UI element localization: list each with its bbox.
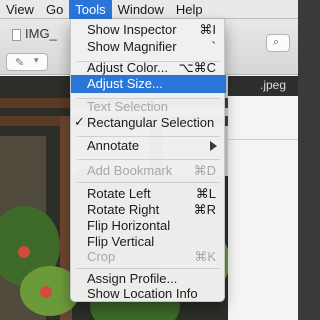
menu-item-show-inspector[interactable]: Show Inspector ⌘I xyxy=(71,21,226,39)
document-title[interactable]: IMG_ xyxy=(25,26,57,41)
menu-tools[interactable]: Tools xyxy=(69,0,112,19)
menu-item-label: Flip Vertical xyxy=(87,234,155,249)
menu-item-rectangular-selection[interactable]: ✓ Rectangular Selection xyxy=(71,114,226,132)
menu-item-label: Text Selection xyxy=(87,99,168,114)
menu-item-label: Assign Profile... xyxy=(87,271,178,286)
sidebar-panel xyxy=(228,96,298,320)
menu-item-show-location-info[interactable]: Show Location Info xyxy=(71,285,226,303)
menu-item-shortcut: ⌘R xyxy=(193,202,216,217)
menu-view[interactable]: View xyxy=(0,0,40,19)
menu-item-shortcut: ` xyxy=(211,39,216,54)
menu-item-label: Adjust Size... xyxy=(87,76,163,91)
submenu-arrow-icon xyxy=(210,141,217,151)
menu-item-label: Add Bookmark xyxy=(87,163,173,178)
menu-go[interactable]: Go xyxy=(40,0,69,19)
document-icon xyxy=(12,29,21,41)
sidebar-divider xyxy=(228,139,298,140)
toolbar-search-button[interactable]: ⌕ xyxy=(266,34,290,52)
menu-item-label: Crop xyxy=(87,249,116,264)
menu-help[interactable]: Help xyxy=(170,0,209,19)
menu-item-shortcut: ⌥⌘C xyxy=(178,60,216,75)
menu-separator xyxy=(77,159,220,160)
menu-item-shortcut: ⌘L xyxy=(195,186,216,201)
markup-pen-button[interactable]: ✎ ▾ xyxy=(6,53,48,71)
menu-item-shortcut: ⌘I xyxy=(199,22,216,37)
photo-flower xyxy=(40,286,52,298)
pen-icon: ✎ xyxy=(15,57,25,69)
menu-item-label: Adjust Color... xyxy=(87,60,168,75)
menu-item-label: Show Magnifier xyxy=(87,39,177,54)
menu-item-shortcut: ⌘K xyxy=(194,249,216,264)
menu-item-label: Annotate xyxy=(87,138,140,153)
photo-flower xyxy=(18,246,30,258)
chevron-down-icon: ▾ xyxy=(34,55,39,65)
sidebar-tab-label: .jpeg xyxy=(260,78,287,92)
menu-item-show-magnifier[interactable]: Show Magnifier ` xyxy=(71,38,226,56)
menu-item-add-bookmark: Add Bookmark ⌘D xyxy=(71,162,226,180)
menu-bar: View Go Tools Window Help xyxy=(0,0,298,19)
menu-item-label: Rotate Right xyxy=(87,202,160,217)
menu-item-crop: Crop ⌘K xyxy=(71,248,226,266)
checkmark-icon: ✓ xyxy=(74,114,85,129)
menu-item-label: Flip Horizontal xyxy=(87,218,171,233)
tools-menu: Show Inspector ⌘I Show Magnifier ` Adjus… xyxy=(70,19,226,303)
menu-item-label: Rotate Left xyxy=(87,186,151,201)
menu-item-annotate[interactable]: Annotate xyxy=(71,137,226,155)
menu-item-label: Show Location Info xyxy=(87,286,198,301)
menu-item-adjust-size[interactable]: Adjust Size... xyxy=(71,75,226,93)
menu-item-shortcut: ⌘D xyxy=(193,163,216,178)
menu-window[interactable]: Window xyxy=(112,0,170,19)
menu-item-label: Rectangular Selection xyxy=(87,115,215,130)
menu-separator xyxy=(77,182,220,183)
search-icon: ⌕ xyxy=(273,36,280,48)
menu-separator xyxy=(77,268,220,269)
menu-item-label: Show Inspector xyxy=(87,22,177,37)
